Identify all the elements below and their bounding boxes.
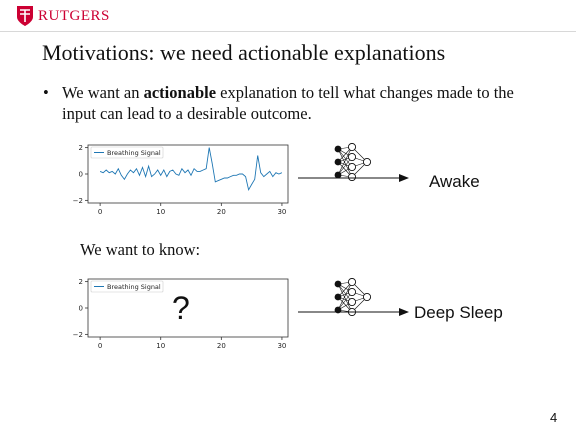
y-tick-label: 2 xyxy=(79,144,83,152)
bullet-marker: • xyxy=(43,83,49,102)
nn-input-node xyxy=(334,158,342,166)
x-tick-label: 0 xyxy=(98,208,102,216)
x-tick-label: 20 xyxy=(217,208,226,216)
bullet-bold: actionable xyxy=(143,83,217,102)
nn-node xyxy=(362,292,372,302)
nn-node xyxy=(347,297,357,307)
rutgers-logo: RUTGERS xyxy=(16,5,110,27)
nn-input-node xyxy=(334,145,342,153)
slide: RUTGERS Motivations: we need actionable … xyxy=(0,0,576,432)
breathing-signal-chart: 20−20 10 20 30Breathing Signal xyxy=(73,144,289,216)
x-tick-label: 20 xyxy=(217,342,226,350)
output-label-awake: Awake xyxy=(429,172,480,191)
x-tick-label: 10 xyxy=(156,208,165,216)
shield-icon xyxy=(17,6,33,26)
arrow-icon xyxy=(298,308,409,316)
x-tick-label: 30 xyxy=(277,208,286,216)
y-tick-label: −2 xyxy=(73,331,83,339)
y-tick-label: 2 xyxy=(79,278,83,286)
nn-node xyxy=(347,152,357,162)
x-tick-label: 10 xyxy=(156,342,165,350)
page-number: 4 xyxy=(550,410,558,425)
subheading: We want to know: xyxy=(80,240,201,259)
nn-node xyxy=(347,143,357,152)
legend-label: Breathing Signal xyxy=(107,149,161,157)
y-tick-label: −2 xyxy=(73,197,83,205)
logo-text: RUTGERS xyxy=(38,7,110,24)
output-label-deep-sleep: Deep Sleep xyxy=(414,303,503,322)
header-divider xyxy=(0,31,576,32)
bullet-prefix: We want an xyxy=(62,83,144,102)
nn-node xyxy=(347,287,357,297)
nn-input-node xyxy=(334,280,342,288)
nn-node xyxy=(347,162,357,172)
bullet-text: We want an actionable explanation to tel… xyxy=(62,82,517,124)
y-tick-label: 0 xyxy=(79,171,83,179)
x-tick-label: 30 xyxy=(277,342,286,350)
y-tick-label: 0 xyxy=(79,305,83,313)
x-tick-label: 0 xyxy=(98,342,102,350)
unknown-mark: ? xyxy=(172,290,190,326)
legend-label: Breathing Signal xyxy=(107,283,161,291)
nn-input-node xyxy=(334,293,342,301)
nn-node xyxy=(362,157,372,167)
slide-title: Motivations: we need actionable explanat… xyxy=(42,40,446,65)
nn-node xyxy=(347,278,357,287)
arrow-icon xyxy=(298,174,409,182)
